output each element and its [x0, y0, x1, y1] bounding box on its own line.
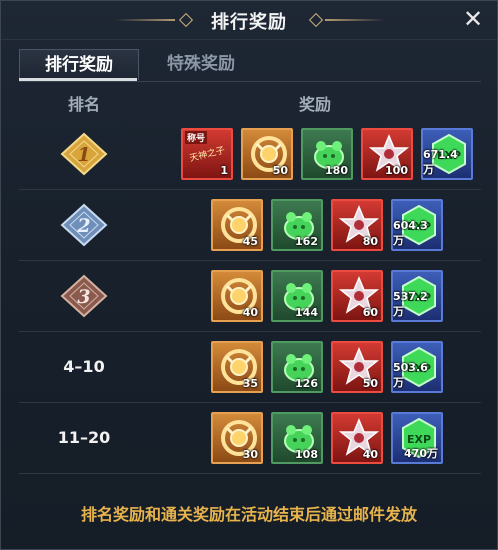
reward-green-potion[interactable]: 144 — [271, 270, 323, 322]
reward-quantity: 40 — [362, 448, 378, 461]
mail-notice: 排名奖励和通关奖励在活动结束后通过邮件发放 — [80, 505, 417, 524]
reward-golden-ring[interactable]: 30 — [211, 412, 263, 464]
reward-quantity: 503.6万 — [393, 361, 428, 389]
reward-green-potion[interactable]: 180 — [301, 128, 353, 180]
reward-star-gem[interactable]: 50 — [331, 341, 383, 393]
rank-number: 3 — [77, 286, 90, 308]
window-title: 排行奖励 — [211, 12, 287, 33]
title-badge: 称号 — [185, 131, 208, 144]
title-caption: 天神之子 — [188, 145, 227, 165]
reward-quantity: 1 — [220, 164, 228, 177]
reward-quantity: 126 — [295, 377, 318, 390]
title-bar: 排行奖励 ✕ — [1, 1, 497, 40]
reward-list[interactable]: 1 称号 天神之子 1 50 180 100 EXP 671.4万 2 45 162 80 EXP 604.… — [19, 119, 481, 475]
reward-quantity: 162 — [295, 235, 318, 248]
rank-cell: 4–10 — [63, 357, 105, 376]
rank-cell: 11–20 — [57, 428, 111, 447]
header-reward: 奖励 — [298, 95, 331, 114]
table-row: 1 称号 天神之子 1 50 180 100 EXP 671.4万 — [19, 119, 481, 190]
reward-exp-gem[interactable]: EXP 503.6万 — [391, 341, 443, 393]
reward-star-gem[interactable]: 60 — [331, 270, 383, 322]
tab-bar: 排行奖励 特殊奖励 — [19, 45, 481, 82]
tab-special-rewards[interactable]: 特殊奖励 — [155, 49, 247, 79]
reward-quantity: 671.4万 — [423, 148, 458, 176]
reward-quantity: 80 — [362, 235, 378, 248]
reward-golden-ring[interactable]: 40 — [211, 270, 263, 322]
reward-quantity: 30 — [242, 448, 258, 461]
reward-green-potion[interactable]: 108 — [271, 412, 323, 464]
table-row: 4–10 35 126 50 EXP 503.6万 — [19, 332, 481, 403]
reward-quantity: 40 — [242, 306, 258, 319]
rank-badge-icon: 2 — [60, 203, 108, 247]
reward-exp-gem[interactable]: EXP 470万 — [391, 412, 443, 464]
table-row: 3 40 144 60 EXP 537.2万 — [19, 261, 481, 332]
reward-quantity: 604.3万 — [393, 219, 428, 247]
rank-number: 1 — [77, 144, 90, 166]
reward-quantity: 60 — [362, 306, 378, 319]
reward-golden-ring[interactable]: 50 — [241, 128, 293, 180]
reward-exp-gem[interactable]: EXP 671.4万 — [421, 128, 473, 180]
reward-green-potion[interactable]: 162 — [271, 199, 323, 251]
rank-cell: 3 — [19, 261, 149, 331]
reward-exp-gem[interactable]: EXP 604.3万 — [391, 199, 443, 251]
reward-star-gem[interactable]: 100 — [361, 128, 413, 180]
tab-ranking-rewards[interactable]: 排行奖励 — [19, 49, 139, 80]
reward-quantity: 35 — [242, 377, 258, 390]
reward-quantity: 180 — [325, 164, 348, 177]
active-tab-indicator — [19, 78, 137, 81]
reward-quantity: 100 — [385, 164, 408, 177]
table-header: 排名 奖励 — [19, 91, 481, 117]
rank-cell: 1 — [19, 119, 149, 189]
rank-badge-icon: 3 — [60, 274, 108, 318]
header-rank: 排名 — [67, 95, 100, 114]
reward-quantity: 470万 — [404, 447, 438, 460]
reward-golden-ring[interactable]: 45 — [211, 199, 263, 251]
reward-star-gem[interactable]: 80 — [331, 199, 383, 251]
reward-title[interactable]: 称号 天神之子 1 — [181, 128, 233, 180]
ranking-rewards-panel: 排行奖励 ✕ 排行奖励 特殊奖励 排名 奖励 1 称号 天神之子 1 50 180 100 E… — [0, 0, 498, 550]
rank-badge-icon: 1 — [60, 132, 108, 176]
table-row: 2 45 162 80 EXP 604.3万 — [19, 190, 481, 261]
reward-quantity: 537.2万 — [393, 290, 428, 318]
reward-quantity: 50 — [272, 164, 288, 177]
reward-quantity: 108 — [295, 448, 318, 461]
close-icon[interactable]: ✕ — [461, 7, 485, 31]
title-ornament-right — [325, 19, 385, 21]
reward-star-gem[interactable]: 40 — [331, 412, 383, 464]
reward-quantity: 144 — [295, 306, 318, 319]
reward-green-potion[interactable]: 126 — [271, 341, 323, 393]
rank-number: 2 — [76, 215, 90, 237]
reward-golden-ring[interactable]: 35 — [211, 341, 263, 393]
rank-cell: 2 — [19, 190, 149, 260]
reward-quantity: 45 — [242, 235, 258, 248]
reward-quantity: 50 — [362, 377, 378, 390]
reward-exp-gem[interactable]: EXP 537.2万 — [391, 270, 443, 322]
rank-cell — [19, 474, 149, 475]
table-row — [19, 474, 481, 475]
table-row: 11–20 30 108 40 EXP 470万 — [19, 403, 481, 474]
